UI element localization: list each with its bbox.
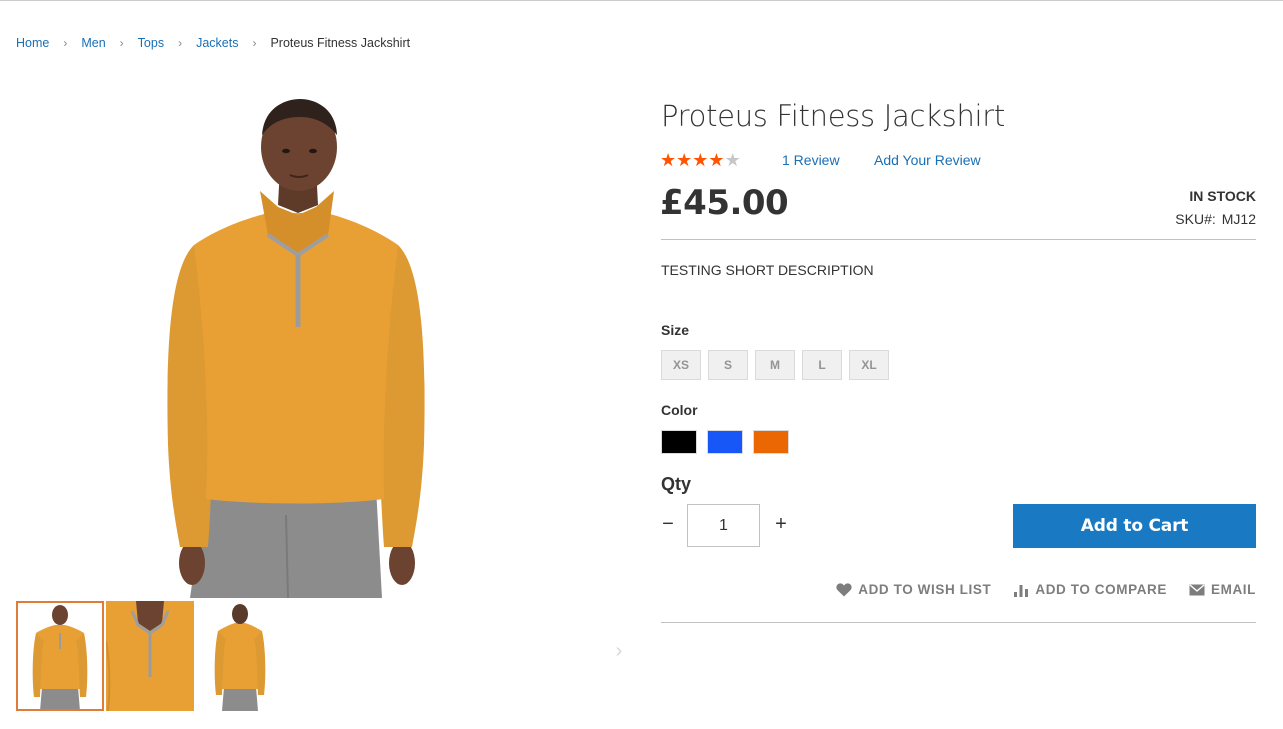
product-photo-illustration: [167, 99, 425, 599]
reviews-count-link[interactable]: 1 Review: [782, 152, 840, 168]
add-review-link[interactable]: Add Your Review: [874, 152, 981, 168]
chevron-right-icon: ›: [63, 36, 68, 50]
qty-input[interactable]: [687, 504, 760, 547]
star-filled-icon: ★: [708, 150, 725, 170]
thumbnail-front[interactable]: [16, 601, 104, 711]
add-to-wishlist-link[interactable]: ADD TO WISH LIST: [836, 582, 991, 597]
thumbnail-detail-illustration: [106, 601, 194, 711]
product-secondary-actions: ADD TO WISH LIST ADD TO COMPARE EMAIL: [836, 582, 1256, 597]
qty-decrement-button[interactable]: −: [658, 512, 678, 536]
chevron-right-icon: ›: [252, 36, 257, 50]
qty-increment-button[interactable]: +: [771, 512, 791, 536]
thumbnail-strip: [16, 601, 284, 711]
envelope-icon: [1189, 583, 1205, 595]
thumbnail-back[interactable]: [196, 601, 284, 711]
breadcrumb: Home › Men › Tops › Jackets › Proteus Fi…: [16, 36, 410, 50]
breadcrumb-home-link[interactable]: Home: [16, 36, 49, 50]
add-to-compare-link[interactable]: ADD TO COMPARE: [1013, 582, 1167, 597]
size-option-label: Size: [661, 322, 690, 338]
size-swatch-m[interactable]: M: [755, 350, 795, 380]
size-swatch-l[interactable]: L: [802, 350, 842, 380]
product-price: £45.00: [660, 183, 789, 223]
sku-value: MJ12: [1221, 211, 1256, 227]
main-product-image[interactable]: [16, 95, 626, 600]
chevron-right-icon: ›: [119, 36, 124, 50]
star-filled-icon: ★: [660, 150, 677, 170]
color-swatch-black[interactable]: [661, 430, 697, 454]
color-option-label: Color: [661, 402, 698, 418]
gallery-next-arrow[interactable]: ›: [612, 640, 626, 664]
top-divider: [0, 0, 1283, 1]
divider: [661, 622, 1256, 623]
thumbnail-front-illustration: [32, 605, 88, 711]
breadcrumb-jackets-link[interactable]: Jackets: [196, 36, 238, 50]
email-label: EMAIL: [1211, 582, 1256, 597]
thumbnail-back-illustration: [214, 604, 266, 711]
short-description: TESTING SHORT DESCRIPTION: [661, 262, 874, 278]
product-sku: SKU#: MJ12: [1175, 211, 1256, 227]
breadcrumb-tops-link[interactable]: Tops: [138, 36, 164, 50]
chevron-right-icon: ›: [178, 36, 183, 50]
sku-label: SKU#:: [1175, 211, 1216, 227]
color-swatch-blue[interactable]: [707, 430, 743, 454]
email-link[interactable]: EMAIL: [1189, 582, 1256, 597]
heart-icon: [836, 582, 852, 596]
color-swatch-orange[interactable]: [753, 430, 789, 454]
compare-chart-icon: [1014, 584, 1029, 597]
add-to-compare-label: ADD TO COMPARE: [1035, 582, 1167, 597]
size-swatches: XS S M L XL: [661, 350, 889, 380]
star-filled-icon: ★: [692, 150, 709, 170]
product-title: Proteus Fitness Jackshirt: [661, 99, 1005, 133]
add-to-wishlist-label: ADD TO WISH LIST: [858, 582, 992, 597]
size-swatch-xs[interactable]: XS: [661, 350, 701, 380]
divider: [661, 239, 1256, 240]
star-empty-icon: ★: [724, 150, 741, 170]
breadcrumb-current: Proteus Fitness Jackshirt: [270, 36, 411, 50]
product-rating: ★ ★ ★ ★ ★: [660, 150, 741, 170]
rating-stars: ★ ★ ★ ★ ★: [660, 150, 741, 170]
add-to-cart-button[interactable]: Add to Cart: [1013, 504, 1256, 548]
qty-label: Qty: [661, 474, 692, 494]
breadcrumb-men-link[interactable]: Men: [81, 36, 105, 50]
stock-status: IN STOCK: [1189, 188, 1256, 204]
thumbnail-detail[interactable]: [106, 601, 194, 711]
color-swatches: [661, 430, 789, 454]
size-swatch-xl[interactable]: XL: [849, 350, 889, 380]
size-swatch-s[interactable]: S: [708, 350, 748, 380]
star-filled-icon: ★: [676, 150, 693, 170]
